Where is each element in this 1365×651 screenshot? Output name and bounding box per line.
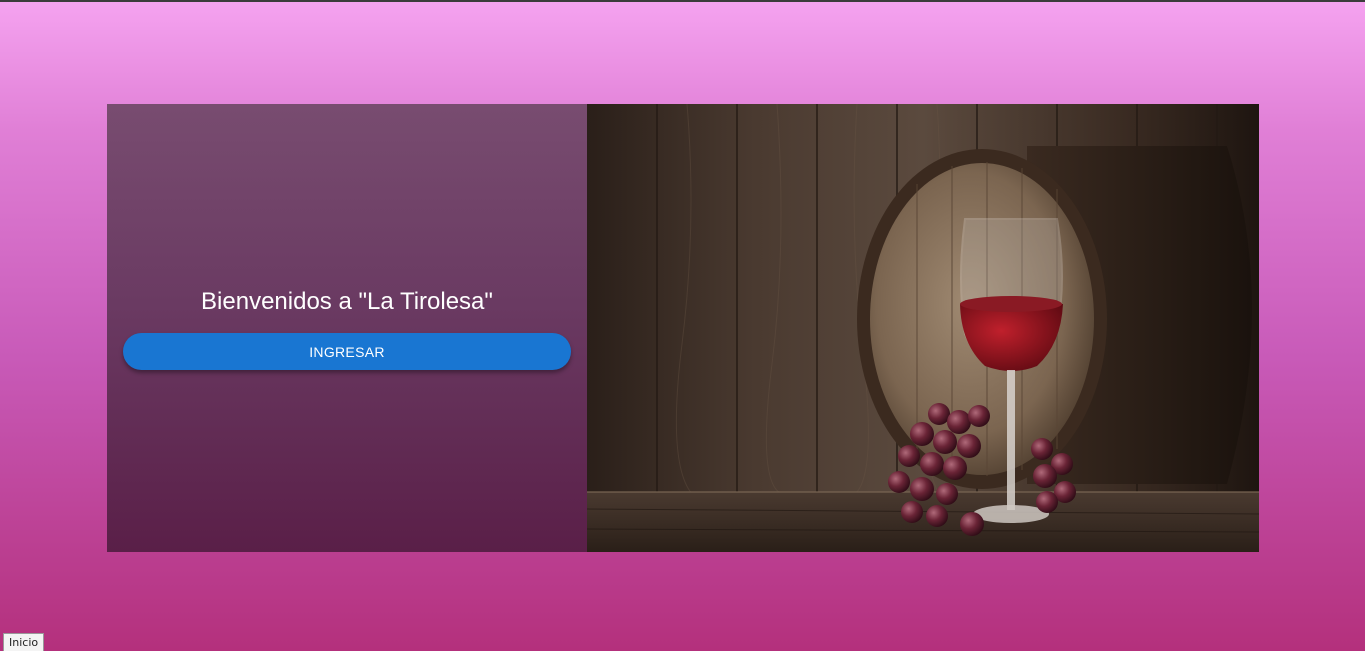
welcome-card: Bienvenidos a "La Tirolesa" INGRESAR <box>107 104 1259 552</box>
welcome-panel: Bienvenidos a "La Tirolesa" INGRESAR <box>107 104 587 552</box>
status-bar-label: Inicio <box>3 633 45 651</box>
window-top-border <box>0 0 1365 2</box>
welcome-title: Bienvenidos a "La Tirolesa" <box>201 288 493 315</box>
enter-button[interactable]: INGRESAR <box>123 333 571 370</box>
wine-barrel-grapes-image <box>587 104 1259 552</box>
hero-image <box>587 104 1259 552</box>
